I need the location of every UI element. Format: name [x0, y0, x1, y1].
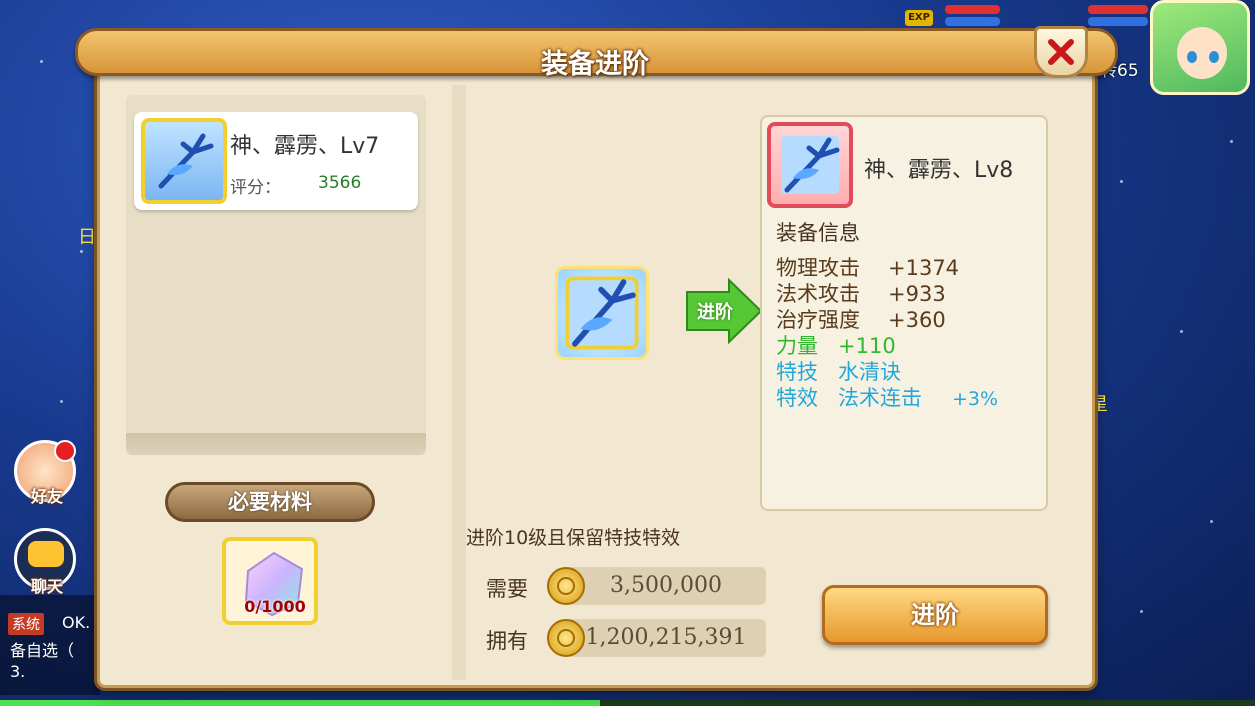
next-item-slot	[767, 122, 853, 208]
experience-bar	[0, 700, 1255, 706]
avatar-eye-right	[1209, 51, 1219, 63]
close-icon	[1048, 39, 1074, 65]
exp-badge: EXP	[905, 10, 933, 26]
stat-value: +360	[888, 308, 946, 332]
close-button[interactable]	[1034, 26, 1088, 78]
stat-value: 水清诀	[838, 360, 901, 384]
equipment-info-title: 装备信息	[776, 221, 860, 245]
arrow-label: 进阶	[697, 302, 733, 323]
system-tag: 系统	[8, 613, 44, 635]
current-item-name: 神、霹雳、Lv7	[230, 134, 380, 159]
list-shelf	[126, 433, 426, 455]
coin-icon-inner	[557, 629, 575, 647]
advance-target-slot	[555, 266, 649, 360]
have-value: 1,200,215,391	[566, 619, 766, 657]
stat-extra: +3%	[952, 388, 999, 410]
enemy-hp-bar	[945, 5, 1000, 14]
stat-effect: 特效 法术连击 +3%	[776, 382, 998, 412]
advance-note: 进阶10级且保留特技特效	[466, 527, 681, 549]
trident-icon	[565, 276, 639, 350]
notification-dot	[54, 440, 76, 462]
stat-value: 法术连击	[838, 386, 922, 410]
advance-button[interactable]: 进阶	[822, 585, 1048, 645]
stat-value: +110	[838, 334, 896, 358]
have-label: 拥有	[486, 629, 528, 653]
coin-icon	[547, 619, 585, 657]
player-hp-bar	[1088, 5, 1148, 14]
chat-text-1: OK.	[62, 613, 91, 632]
stat-value: +933	[888, 282, 946, 306]
side-char-left: 日	[78, 227, 96, 248]
stat-value: +1374	[888, 256, 960, 280]
trident-icon	[158, 133, 214, 189]
score-value: 3566	[318, 173, 362, 193]
need-label: 需要	[486, 577, 528, 601]
materials-header: 必要材料	[165, 482, 375, 522]
coin-icon-inner	[557, 577, 575, 595]
chat-text-2: 备自选（	[10, 641, 75, 660]
stat-label: 特效	[776, 386, 818, 410]
chat-label: 聊天	[30, 577, 63, 596]
chat-bubble-icon	[28, 541, 64, 567]
material-count: 0/1000	[244, 597, 306, 616]
dialog-title: 装备进阶	[541, 49, 649, 80]
player-mp-bar	[1088, 17, 1148, 26]
chat-text-3: 3.	[10, 662, 26, 681]
friends-label: 好友	[30, 487, 63, 506]
next-item-name: 神、霹雳、Lv8	[864, 158, 1014, 183]
column-divider	[452, 85, 466, 680]
coin-icon	[547, 567, 585, 605]
experience-fill	[0, 700, 600, 706]
current-item-slot	[141, 118, 227, 204]
score-label: 评分：	[230, 178, 281, 198]
trident-icon	[781, 136, 840, 194]
enemy-mp-bar	[945, 17, 1000, 26]
need-value: 3,500,000	[566, 567, 766, 605]
